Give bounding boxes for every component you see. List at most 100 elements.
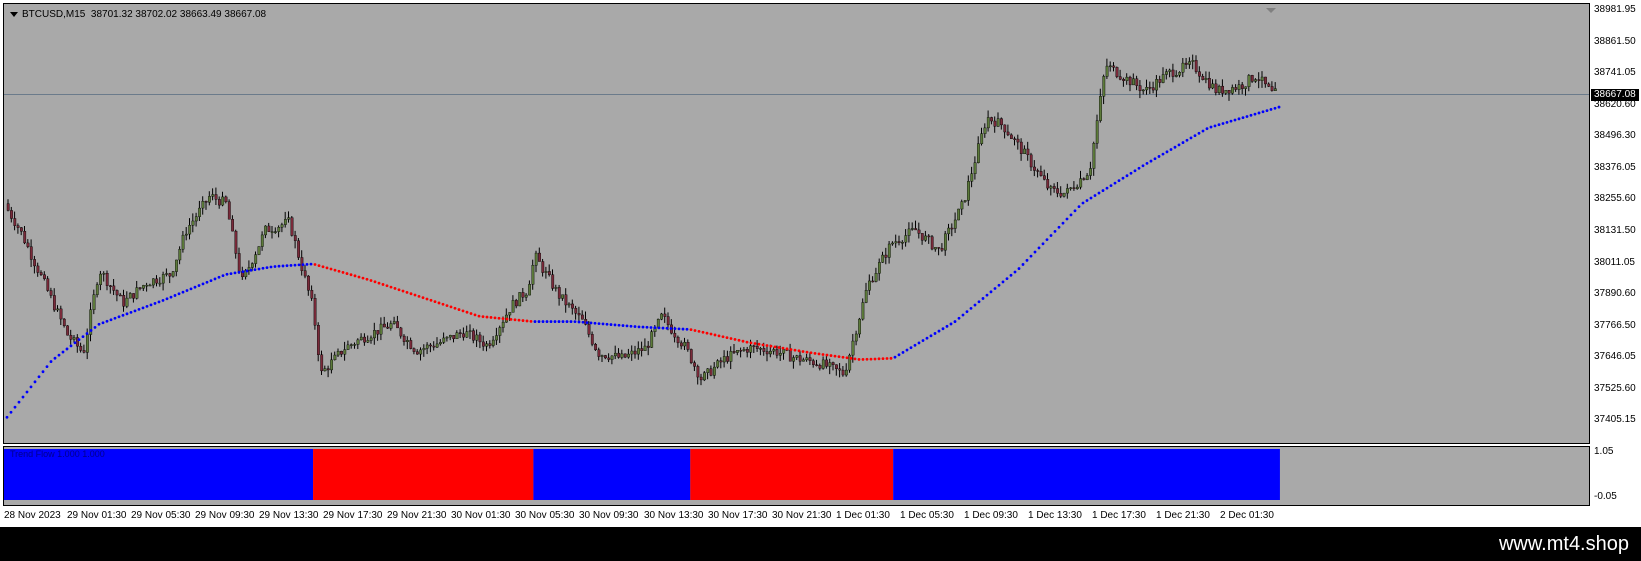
ma-dot (713, 333, 717, 337)
candle-body (69, 334, 73, 340)
ma-dot (385, 284, 389, 288)
candle-body (703, 372, 706, 381)
ma-dot (505, 317, 509, 321)
ma-dot (233, 271, 237, 275)
candle-body (515, 300, 518, 307)
candle-body (366, 340, 370, 343)
candle-body (567, 303, 571, 306)
main-chart-pane[interactable]: BTCUSD,M15 38701.32 38702.02 38663.49 38… (3, 3, 1590, 444)
ma-dot (665, 326, 669, 330)
candle-body (53, 295, 56, 311)
ma-dot (281, 264, 285, 268)
candle-body (1003, 124, 1007, 133)
ma-dot (137, 307, 141, 311)
candle-body (1224, 90, 1228, 94)
ma-dot (681, 327, 685, 331)
ma-dot (1269, 108, 1273, 111)
ma-dot (1093, 194, 1097, 197)
ma-dot (397, 288, 401, 292)
ma-dot (277, 264, 281, 268)
ma-dot (1101, 189, 1105, 192)
candle-body (442, 337, 446, 343)
candle-body (330, 359, 333, 371)
candle-body (914, 228, 918, 231)
candle-body (551, 274, 555, 289)
time-label: 30 Nov 13:30 (644, 510, 704, 521)
ma-dot (1161, 152, 1165, 156)
candle-body (485, 343, 489, 347)
candle-body (1184, 62, 1188, 65)
price-label: 38861.50 (1594, 36, 1636, 47)
ma-dot (1213, 124, 1217, 128)
ma-dot (609, 323, 613, 326)
ma-dot (345, 272, 349, 275)
ma-dot (701, 330, 705, 334)
candle-body (323, 368, 327, 372)
ma-dot (789, 348, 793, 351)
candle-body (689, 349, 693, 363)
candle-body (217, 199, 221, 206)
ma-dot (829, 354, 833, 357)
candle-body (1207, 78, 1211, 89)
price-chart-canvas[interactable] (4, 4, 1589, 443)
candle-body (1039, 171, 1043, 176)
chart-shift-marker-icon[interactable] (1266, 8, 1276, 13)
candle-body (66, 325, 70, 336)
ma-dot (437, 301, 441, 305)
candle-body (673, 332, 677, 338)
ma-dot (737, 338, 741, 342)
candle-body (340, 350, 343, 355)
ma-dot (29, 385, 33, 389)
candle-body (369, 337, 373, 341)
candle-body (373, 330, 376, 339)
candle-body (765, 351, 769, 355)
ma-dot (1061, 221, 1065, 225)
dropdown-triangle-icon[interactable] (10, 11, 18, 17)
ma-dot (141, 306, 145, 310)
ma-dot (457, 308, 461, 311)
candle-body (996, 118, 1000, 127)
time-label: 1 Dec 13:30 (1028, 510, 1082, 521)
candle-body (221, 196, 225, 206)
candle-body (43, 274, 46, 279)
time-axis[interactable]: 28 Nov 2023 29 Nov 01:30 29 Nov 05:30 29… (3, 506, 1590, 527)
candle-body (227, 201, 231, 220)
ma-dot (805, 350, 809, 354)
candle-body (293, 235, 297, 241)
ma-dot (305, 262, 309, 266)
ma-dot (573, 320, 577, 324)
ma-dot (1073, 209, 1077, 213)
candle-body (115, 290, 119, 296)
time-label: 28 Nov 2023 (4, 510, 61, 521)
candle-body (1214, 83, 1218, 94)
ma-dot (745, 340, 749, 344)
time-label: 1 Dec 01:30 (836, 510, 890, 521)
candle-body (1227, 90, 1231, 94)
candle-body (56, 308, 60, 311)
ma-dot (5, 415, 9, 419)
candle-body (1112, 65, 1116, 68)
candle-body (729, 351, 733, 362)
ma-dot (205, 280, 209, 284)
price-scale[interactable]: 38981.95 38861.50 38741.05 38620.60 3849… (1590, 3, 1641, 444)
candle-body (392, 321, 396, 324)
ma-dot (873, 357, 877, 361)
candle-body (1211, 83, 1215, 89)
candle-body (284, 219, 287, 225)
ma-dot (353, 274, 357, 278)
candle-body (812, 360, 815, 365)
indicator-pane[interactable]: Trend Flow 1.000 1.000 (3, 446, 1590, 506)
ma-dot (977, 300, 981, 304)
candle-body (1036, 170, 1040, 172)
candle-body (184, 233, 188, 236)
candle-body (250, 263, 254, 268)
ma-dot (241, 270, 245, 274)
ma-dot (401, 289, 405, 293)
candle-body (1069, 187, 1073, 189)
candle-body (597, 349, 601, 357)
candle-body (897, 241, 901, 243)
candle-body (402, 335, 406, 342)
ma-dot (201, 282, 205, 286)
candle-body (112, 285, 116, 291)
chart-window[interactable]: BTCUSD,M15 38701.32 38702.02 38663.49 38… (0, 0, 1641, 527)
